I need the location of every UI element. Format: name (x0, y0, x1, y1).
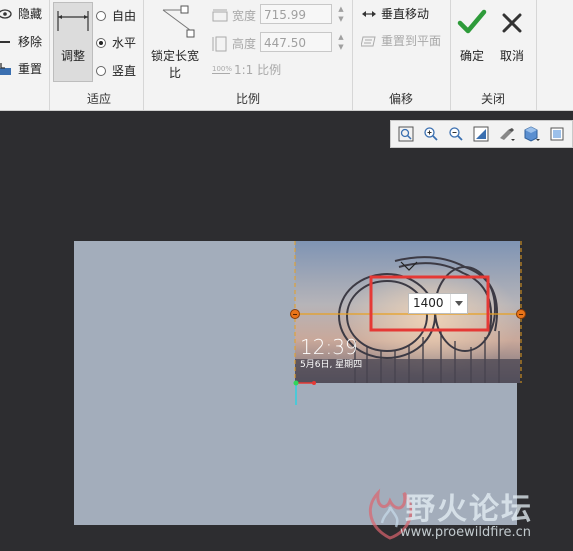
group-separator (536, 0, 537, 110)
reset-button[interactable]: 重置 (0, 60, 42, 77)
hide-button[interactable]: 隐藏 (0, 5, 42, 22)
ratio-label: 1:1 比例 (234, 63, 282, 77)
hide-label: 隐藏 (18, 7, 43, 21)
cancel-label: 取消 (499, 49, 524, 63)
adjust-button[interactable]: 调整 (53, 2, 93, 82)
view-orientation-icon[interactable] (496, 124, 517, 144)
zoom-in-icon[interactable] (420, 124, 441, 144)
remove-label: 移除 (18, 35, 43, 49)
eye-icon (0, 8, 12, 19)
zoom-out-icon[interactable] (446, 124, 467, 144)
ok-button[interactable]: 确定 (454, 2, 490, 82)
view-toolbar (390, 120, 573, 148)
zoom-fit-icon[interactable] (395, 124, 416, 144)
left-drag-handle[interactable] (290, 309, 300, 319)
reset-label: 重置 (18, 62, 43, 76)
width-label: 宽度 (232, 9, 257, 23)
height-icon (212, 36, 227, 51)
radio-free[interactable]: 自由 (96, 7, 136, 24)
radio-horizontal[interactable]: 水平 (96, 34, 136, 51)
fit-width-icon (57, 11, 89, 31)
reset-to-plane-button[interactable]: 重置到平面 (361, 32, 441, 49)
checkmark-icon (457, 9, 487, 34)
close-group-label: 关闭 (480, 92, 505, 106)
dimension-value-input[interactable]: 1400 (408, 293, 468, 314)
repaint-icon[interactable] (471, 124, 492, 144)
ratio-icon: 100% (212, 65, 233, 74)
height-label-row: 高度 (212, 35, 256, 52)
width-label-row: 宽度 (212, 7, 256, 24)
adjust-label: 调整 (60, 49, 85, 63)
vertical-move-label: 垂直移动 (381, 7, 430, 21)
width-spinner[interactable]: ▲ ▼ (336, 4, 346, 24)
reset-icon (0, 62, 11, 75)
radio-vertical-label: 竖直 (112, 64, 137, 78)
ratio-1-1-button[interactable]: 100% 1:1 比例 (212, 61, 281, 78)
group-separator (49, 0, 50, 110)
width-icon (212, 9, 228, 21)
fit-group-label: 适应 (86, 92, 111, 106)
lock-aspect-label-1: 锁定长宽 (150, 49, 199, 63)
display-style-icon[interactable] (521, 124, 542, 144)
minus-icon (0, 40, 10, 43)
dimension-value: 1400 (413, 296, 444, 310)
lockscreen-time: 12:39 (300, 335, 358, 359)
chevron-down-icon (455, 301, 463, 306)
radio-free-circle[interactable] (96, 10, 106, 21)
saved-views-icon[interactable] (547, 124, 568, 144)
lock-aspect-button[interactable]: 锁定长宽 比 (147, 2, 203, 82)
close-icon (502, 13, 522, 33)
radio-free-label: 自由 (112, 9, 137, 23)
watermark-url: www.proewildfire.cn (400, 525, 531, 540)
radio-horizontal-label: 水平 (112, 36, 137, 50)
lock-aspect-label-2: 比 (168, 66, 181, 80)
radio-horizontal-circle[interactable] (96, 37, 106, 48)
lock-aspect-icon (162, 5, 195, 38)
reset-to-plane-label: 重置到平面 (381, 34, 442, 48)
ribbon: 隐藏 移除 重置 调整 自由 水平 竖直 适应 锁定长宽 比 宽度 715.99… (0, 0, 573, 111)
height-spinner[interactable]: ▲ ▼ (336, 32, 346, 52)
offset-group-label: 偏移 (388, 92, 413, 106)
radio-vertical-circle[interactable] (96, 65, 106, 76)
lockscreen-date: 5月6日, 星期四 (300, 360, 363, 370)
plane-icon (361, 36, 376, 46)
cancel-button[interactable]: 取消 (494, 2, 530, 82)
double-arrow-icon (362, 10, 376, 17)
radio-vertical[interactable]: 竖直 (96, 62, 136, 79)
height-input[interactable]: 447.50 (260, 32, 332, 52)
remove-button[interactable]: 移除 (0, 33, 42, 50)
watermark-text: 野火论坛 (405, 492, 533, 527)
right-drag-handle[interactable] (516, 309, 526, 319)
ratio-group-label: 比例 (235, 92, 260, 106)
dimension-dropdown-button[interactable] (450, 294, 467, 313)
ok-label: 确定 (459, 49, 484, 63)
height-label: 高度 (232, 37, 257, 51)
width-input[interactable]: 715.99 (260, 4, 332, 24)
vertical-move-button[interactable]: 垂直移动 (361, 5, 429, 22)
